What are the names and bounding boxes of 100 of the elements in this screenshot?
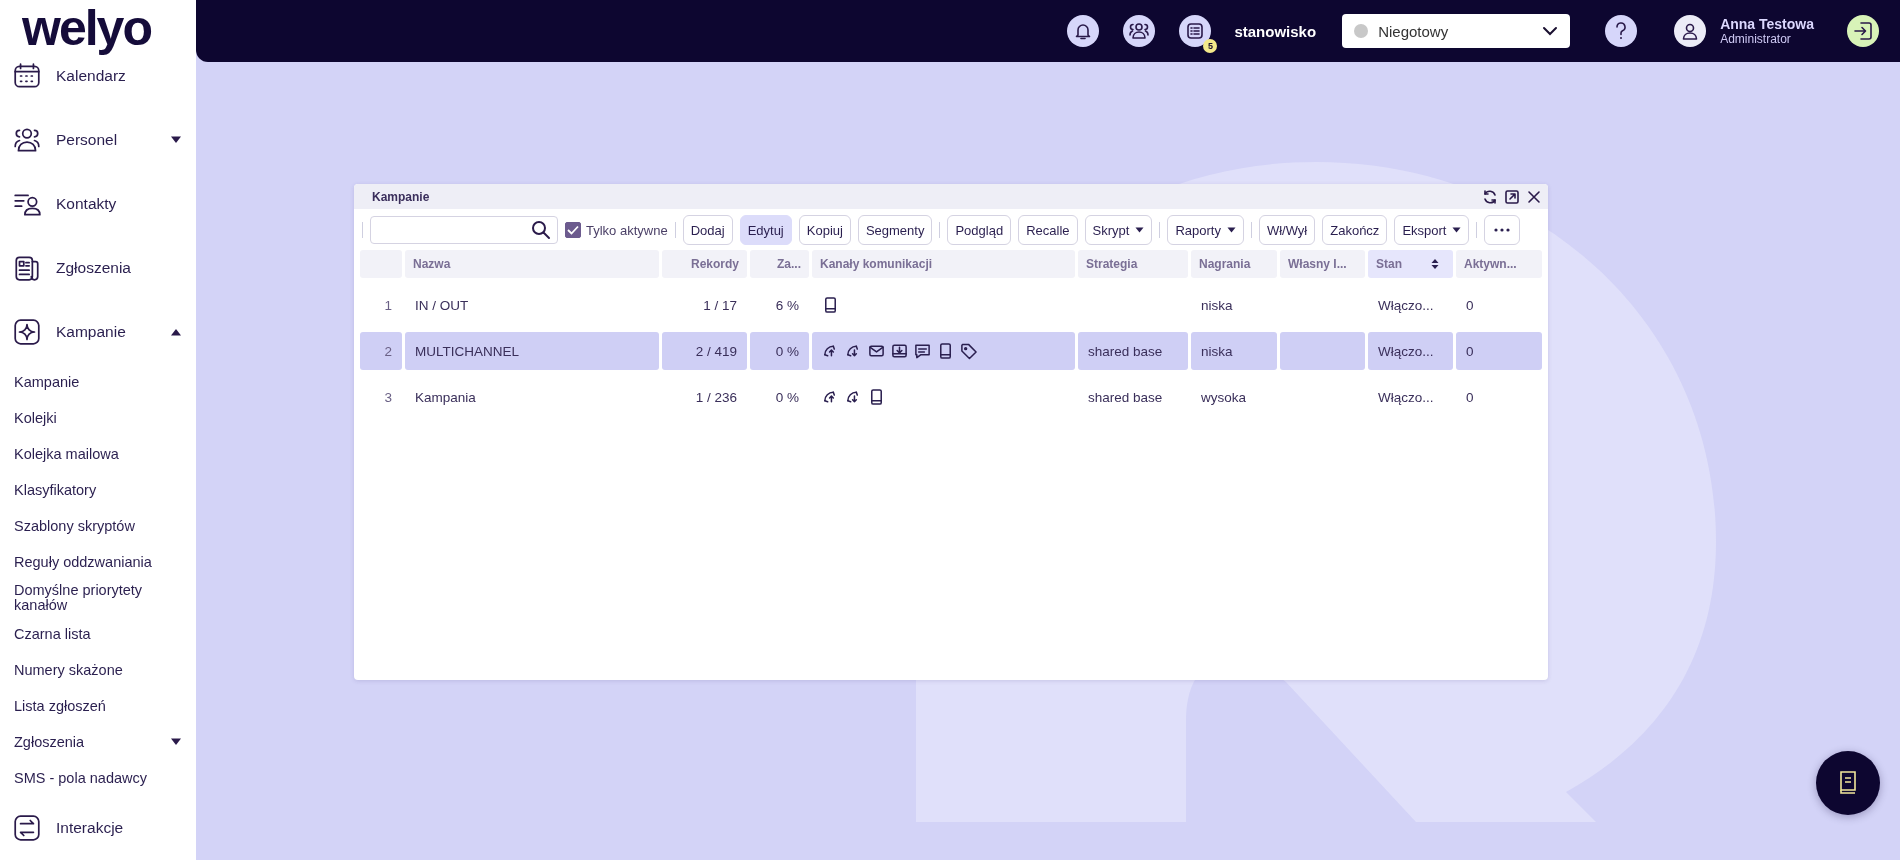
table-cell-text: shared base bbox=[1087, 388, 1164, 407]
table-cell: 0 bbox=[1456, 332, 1542, 370]
count-badge: 5 bbox=[1203, 39, 1218, 53]
nav-subitem[interactable]: Szablony skryptów bbox=[0, 508, 196, 544]
nav-item[interactable]: Zgłoszenia bbox=[0, 236, 196, 300]
users-button[interactable] bbox=[1123, 15, 1156, 47]
nav-subitem[interactable]: SMS - pola nadawcy bbox=[0, 760, 196, 796]
toolbar-button[interactable]: Recalle bbox=[1018, 215, 1078, 245]
caret-down-icon bbox=[1135, 227, 1145, 233]
table-cell-text: 0 bbox=[1465, 296, 1475, 315]
menu-button[interactable]: Raporty bbox=[1167, 215, 1244, 245]
nav-subitem[interactable]: Numery skażone bbox=[0, 652, 196, 688]
logout-button[interactable] bbox=[1847, 15, 1879, 47]
menu-button[interactable]: Skrypt bbox=[1084, 215, 1153, 245]
menu-button[interactable]: Eksport bbox=[1394, 215, 1470, 245]
exchange-arrows-icon bbox=[12, 813, 42, 843]
toolbar-button[interactable]: Dodaj bbox=[682, 215, 733, 245]
table-cell: MULTICHANNEL bbox=[405, 332, 659, 370]
nav-subitem[interactable]: Kolejka mailowa bbox=[0, 436, 196, 472]
logout-icon bbox=[1852, 20, 1874, 42]
column-header[interactable]: Nazwa bbox=[405, 250, 659, 278]
table-cell-text: 0 bbox=[1465, 388, 1475, 407]
window-title: Kampanie bbox=[372, 189, 430, 204]
nav-subitem[interactable]: Zgłoszenia bbox=[0, 724, 196, 760]
workstation-label: stanowisko bbox=[1234, 22, 1317, 40]
table-cell-text: wysoka bbox=[1200, 388, 1247, 407]
nav-item[interactable]: Interakcje bbox=[0, 796, 196, 860]
column-header[interactable]: Aktywn... bbox=[1456, 250, 1542, 278]
toolbar-button[interactable]: Podgląd bbox=[947, 215, 1012, 245]
table-cell-text: Włączo... bbox=[1377, 296, 1435, 315]
table-cell-text: 6 % bbox=[774, 296, 800, 315]
tasks-button[interactable] bbox=[1179, 15, 1212, 47]
table-cell-text: 0 % bbox=[774, 388, 800, 407]
calendar-icon bbox=[12, 61, 42, 91]
table-cell: shared base bbox=[1078, 332, 1188, 370]
nav-item[interactable]: Kampanie bbox=[0, 300, 196, 364]
message-icon bbox=[914, 342, 931, 360]
nav-subitem[interactable]: Kolejki bbox=[0, 400, 196, 436]
user-role: Administrator bbox=[1720, 32, 1792, 46]
column-header[interactable]: Za... bbox=[750, 250, 809, 278]
column-header[interactable]: Stan bbox=[1368, 250, 1453, 278]
table-cell-text: Włączo... bbox=[1377, 388, 1435, 407]
table-cell: niska bbox=[1191, 332, 1277, 370]
nav-subitem[interactable]: Klasyfikatory bbox=[0, 472, 196, 508]
column-header[interactable]: Nagrania bbox=[1191, 250, 1277, 278]
document-icon bbox=[12, 253, 42, 283]
table-cell: Włączo... bbox=[1368, 332, 1453, 370]
table-cell-text: Kampania bbox=[414, 388, 477, 407]
nav-subitem[interactable]: Reguły oddzwaniania bbox=[0, 544, 196, 580]
chevron-down-icon bbox=[1542, 26, 1559, 36]
question-mark-icon bbox=[1614, 21, 1629, 41]
users-icon bbox=[1128, 21, 1151, 41]
column-header[interactable]: Kanały komunikacji bbox=[812, 250, 1075, 278]
user-avatar bbox=[1674, 15, 1707, 47]
table-cell: 0 % bbox=[750, 332, 809, 370]
search-icon bbox=[531, 220, 551, 240]
refresh-icon[interactable] bbox=[1482, 188, 1498, 205]
search-field[interactable] bbox=[370, 216, 558, 244]
toolbar-button[interactable]: Edytuj bbox=[739, 215, 792, 245]
mobile-phone-icon bbox=[937, 342, 954, 360]
toolbar-button[interactable]: Segmenty bbox=[857, 215, 933, 245]
column-header[interactable]: Własny I... bbox=[1280, 250, 1365, 278]
table-cell-text: 1 / 17 bbox=[702, 296, 738, 315]
toolbar-button[interactable]: Wł/Wył bbox=[1258, 215, 1316, 245]
toolbar-button[interactable]: Kopiuj bbox=[798, 215, 851, 245]
help-button[interactable] bbox=[1605, 15, 1638, 47]
table-cell-text: IN / OUT bbox=[414, 296, 470, 315]
table-cell: 2 / 419 bbox=[662, 332, 747, 370]
table-cell-text: 1 / 236 bbox=[694, 388, 738, 407]
column-header[interactable]: Strategia bbox=[1078, 250, 1188, 278]
inbox-download-icon bbox=[891, 342, 908, 360]
status-dropdown[interactable]: Niegotowy bbox=[1342, 14, 1571, 48]
toolbar-button[interactable]: Zakończ bbox=[1322, 215, 1388, 245]
tag-icon bbox=[960, 342, 977, 360]
notifications-button[interactable] bbox=[1067, 15, 1100, 47]
welyo-logo: welyo bbox=[21, 0, 152, 58]
sort-icon bbox=[1431, 258, 1439, 270]
more-dots-icon bbox=[1494, 228, 1511, 232]
nav-item[interactable]: Personel bbox=[0, 108, 196, 172]
checkbox-label: Tylko aktywne bbox=[586, 222, 668, 238]
nav-subitem[interactable]: Czarna lista bbox=[0, 616, 196, 652]
checkbox[interactable] bbox=[565, 222, 581, 238]
caret-down-icon bbox=[1452, 227, 1462, 233]
table-cell-text: niska bbox=[1200, 296, 1234, 315]
row-number: 3 bbox=[383, 388, 393, 407]
manual-button[interactable] bbox=[1816, 751, 1880, 815]
popout-icon[interactable] bbox=[1504, 188, 1520, 205]
user-name: Anna Testowa bbox=[1720, 16, 1814, 32]
column-header[interactable]: Rekordy bbox=[662, 250, 747, 278]
row-number: 2 bbox=[360, 332, 402, 370]
nav-subitem[interactable]: Lista zgłoszeń bbox=[0, 688, 196, 724]
nav-subitem[interactable]: Kampanie bbox=[0, 364, 196, 400]
nav-item[interactable]: Kontakty bbox=[0, 172, 196, 236]
book-icon bbox=[1837, 770, 1859, 796]
row-number: 1 bbox=[383, 296, 393, 315]
nav-subitem[interactable]: Domyślne priorytety kanałów bbox=[0, 580, 196, 616]
mobile-phone-icon bbox=[868, 388, 885, 406]
close-icon[interactable] bbox=[1526, 188, 1542, 205]
caret-down-icon bbox=[1226, 227, 1236, 233]
mobile-phone-icon bbox=[822, 296, 839, 314]
